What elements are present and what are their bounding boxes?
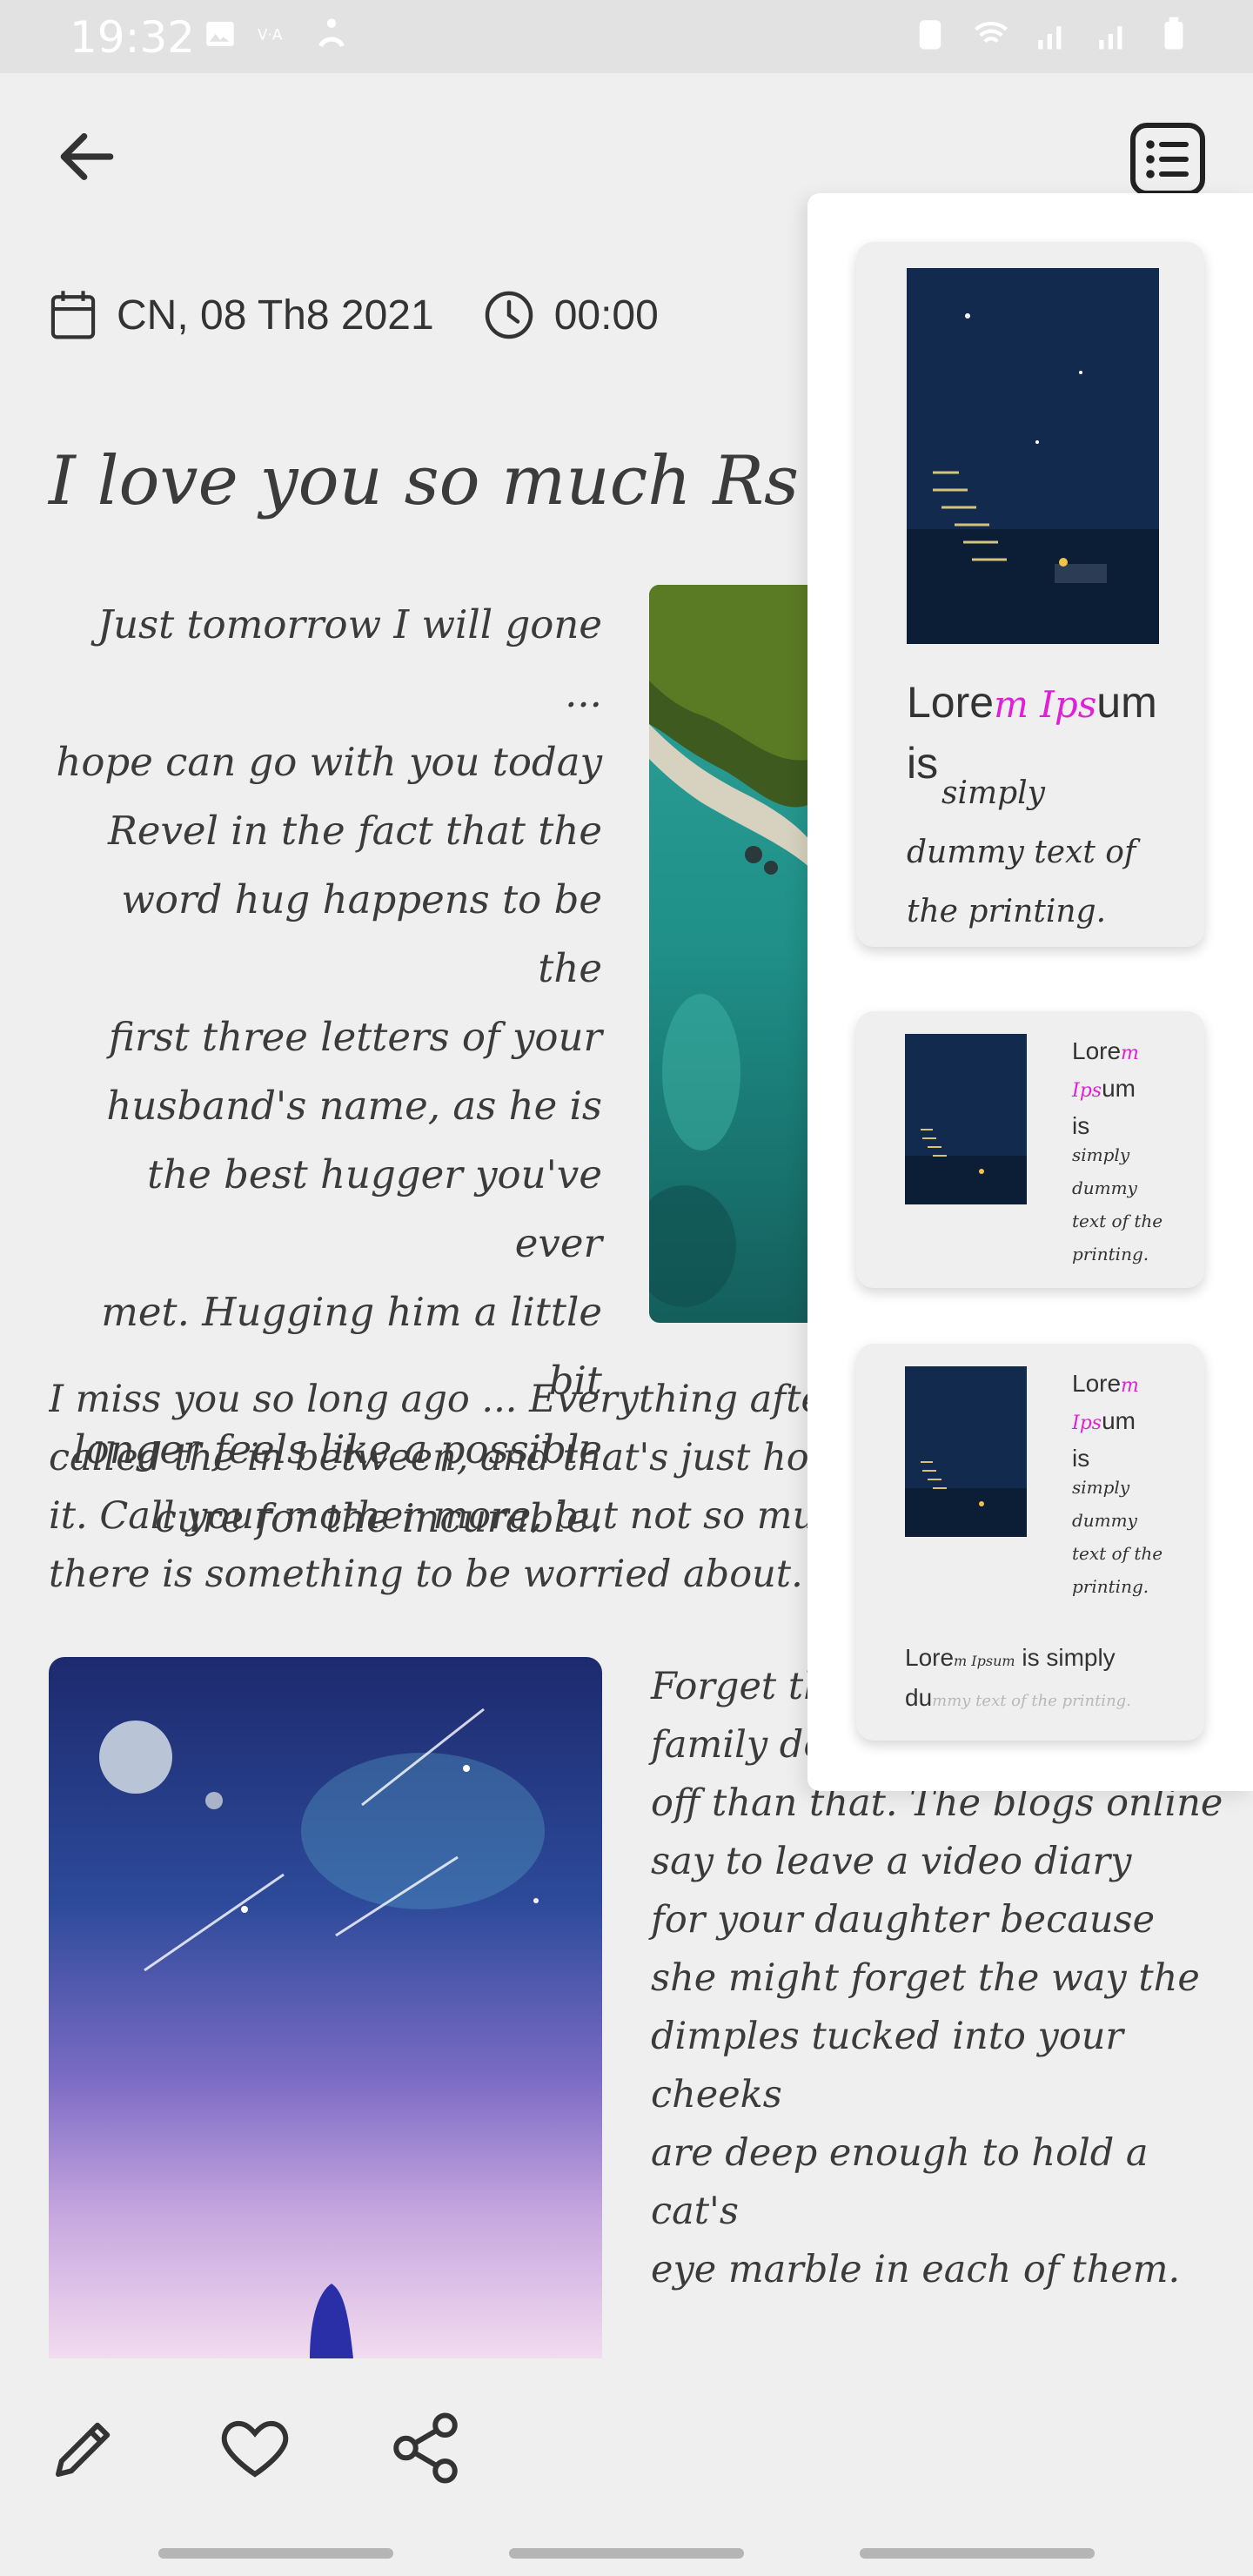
status-time: 19:32 — [70, 12, 196, 63]
nav-home-button[interactable] — [509, 2548, 744, 2559]
text-line: Just tomorrow I will gone ... — [97, 601, 602, 716]
bottom-action-bar — [0, 2385, 1253, 2576]
text-line: dimples tucked into your cheeks — [651, 2015, 1123, 2116]
text-line: for your daughter because — [651, 1898, 1156, 1942]
night-sky-photo — [49, 1657, 602, 2358]
template-script: simply dummy text of the printing. — [1072, 1144, 1163, 1265]
signal-icon — [1038, 26, 1062, 50]
template-panel: Lorem Ipsum is simply dummy text of the … — [807, 193, 1253, 1791]
pencil-icon[interactable] — [45, 2409, 124, 2487]
text-line: the best hugger you've ever — [147, 1151, 602, 1266]
status-left-icons: V·A — [202, 16, 350, 52]
calendar-icon — [50, 291, 96, 339]
template-text: Lorem Ipsum — [907, 678, 1157, 727]
battery-icon — [1164, 17, 1183, 50]
clock-icon — [485, 291, 533, 339]
template-text: Lorem Ipsum is — [1072, 1037, 1139, 1139]
nav-back-button[interactable] — [860, 2548, 1095, 2559]
text-line: I miss you so long ago ... Everything af… — [49, 1378, 814, 1421]
list-icon[interactable] — [1129, 122, 1206, 197]
template-card-3[interactable]: Lorem Ipsum is simply dummy text of the … — [856, 1344, 1204, 1741]
template-thumbnail — [905, 1034, 1027, 1204]
text-line: are deep enough to hold a cat's — [651, 2131, 1149, 2233]
template-card-2[interactable]: Lorem Ipsum is simply dummy text of the … — [856, 1011, 1204, 1288]
post-date[interactable]: CN, 08 Th8 2021 — [117, 292, 434, 339]
template-thumbnail — [907, 268, 1159, 644]
vpn-icon: V·A — [258, 25, 283, 43]
heart-icon[interactable] — [216, 2409, 294, 2487]
text-line: there is something to be worried about. … — [49, 1553, 814, 1596]
image-icon — [206, 22, 234, 46]
nav-recents-button[interactable] — [158, 2548, 393, 2559]
post-time[interactable]: 00:00 — [554, 292, 659, 339]
text-line: eye marble in each of them. — [651, 2248, 1181, 2291]
share-icon[interactable] — [386, 2409, 465, 2487]
status-bar: 19:32 V·A — [0, 0, 1253, 73]
template-script: dummy text of the printing. — [907, 835, 1136, 929]
text-line: called the in between, and that's just h… — [49, 1436, 814, 1479]
template-script: simply dummy text of the printing. — [1072, 1477, 1163, 1597]
text-line: first three letters of your — [109, 1014, 602, 1060]
template-thumbnail — [905, 1366, 1027, 1537]
wifi-icon — [975, 22, 1008, 44]
text-line: say to leave a video diary — [651, 1840, 1132, 1883]
template-card-1[interactable]: Lorem Ipsum is simply dummy text of the … — [856, 242, 1204, 947]
back-button[interactable] — [52, 122, 122, 191]
accessibility-icon — [318, 18, 345, 48]
template-text: Lorem Ipsum is — [1072, 1370, 1139, 1472]
text-line: husband's name, as he is — [106, 1083, 602, 1129]
status-right-icons — [912, 16, 1192, 52]
template-footer-text: Lorem Ipsum is simply dummy text of the … — [905, 1644, 1131, 1711]
beach-photo — [649, 585, 814, 1323]
text-line: hope can go with you today — [56, 739, 602, 785]
template-text: is — [907, 739, 939, 788]
svg-text:V·A: V·A — [258, 25, 283, 43]
post-title: I love you so much Rs — [49, 442, 800, 520]
text-line: Revel in the fact that the — [108, 808, 602, 854]
paragraph-2: I miss you so long ago ... Everything af… — [49, 1371, 814, 1604]
template-script: simply — [941, 775, 1046, 811]
text-line: she might forget the way the — [651, 1956, 1200, 2000]
meta-row: CN, 08 Th8 2021 00:00 — [49, 289, 659, 341]
signal-icon — [1099, 26, 1122, 50]
alarm-icon — [919, 20, 941, 50]
text-line: word hug happens to be the — [121, 876, 602, 991]
text-line: it. Call your mother more, but not so mu… — [49, 1494, 814, 1538]
